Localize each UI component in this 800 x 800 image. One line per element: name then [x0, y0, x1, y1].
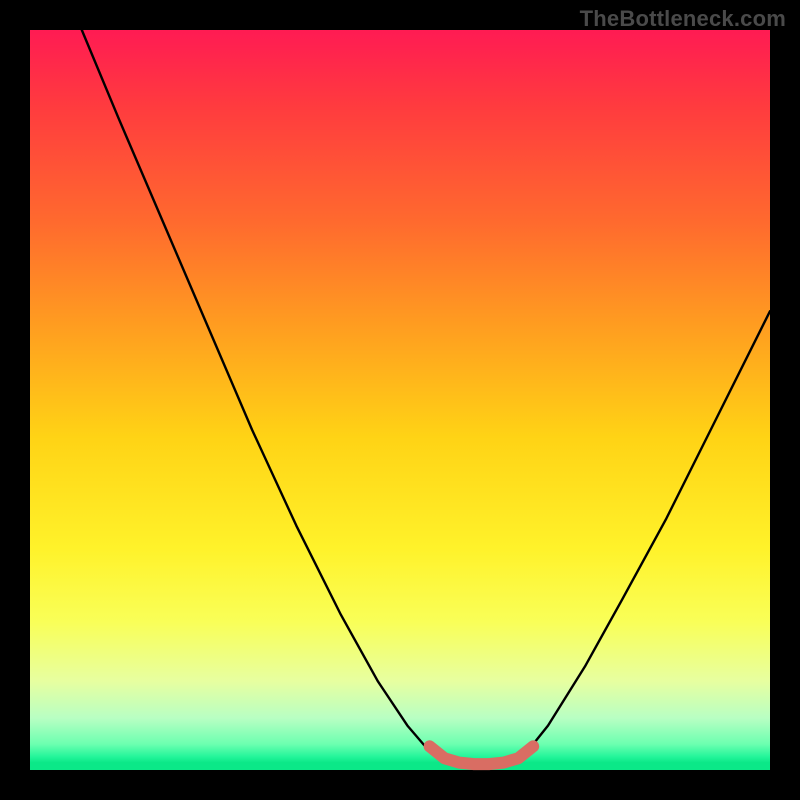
plot-area	[30, 30, 770, 770]
curve-layer	[30, 30, 770, 770]
valley-marker	[430, 746, 534, 764]
chart-frame: TheBottleneck.com	[0, 0, 800, 800]
watermark-text: TheBottleneck.com	[580, 6, 786, 32]
main-curve	[82, 30, 770, 766]
